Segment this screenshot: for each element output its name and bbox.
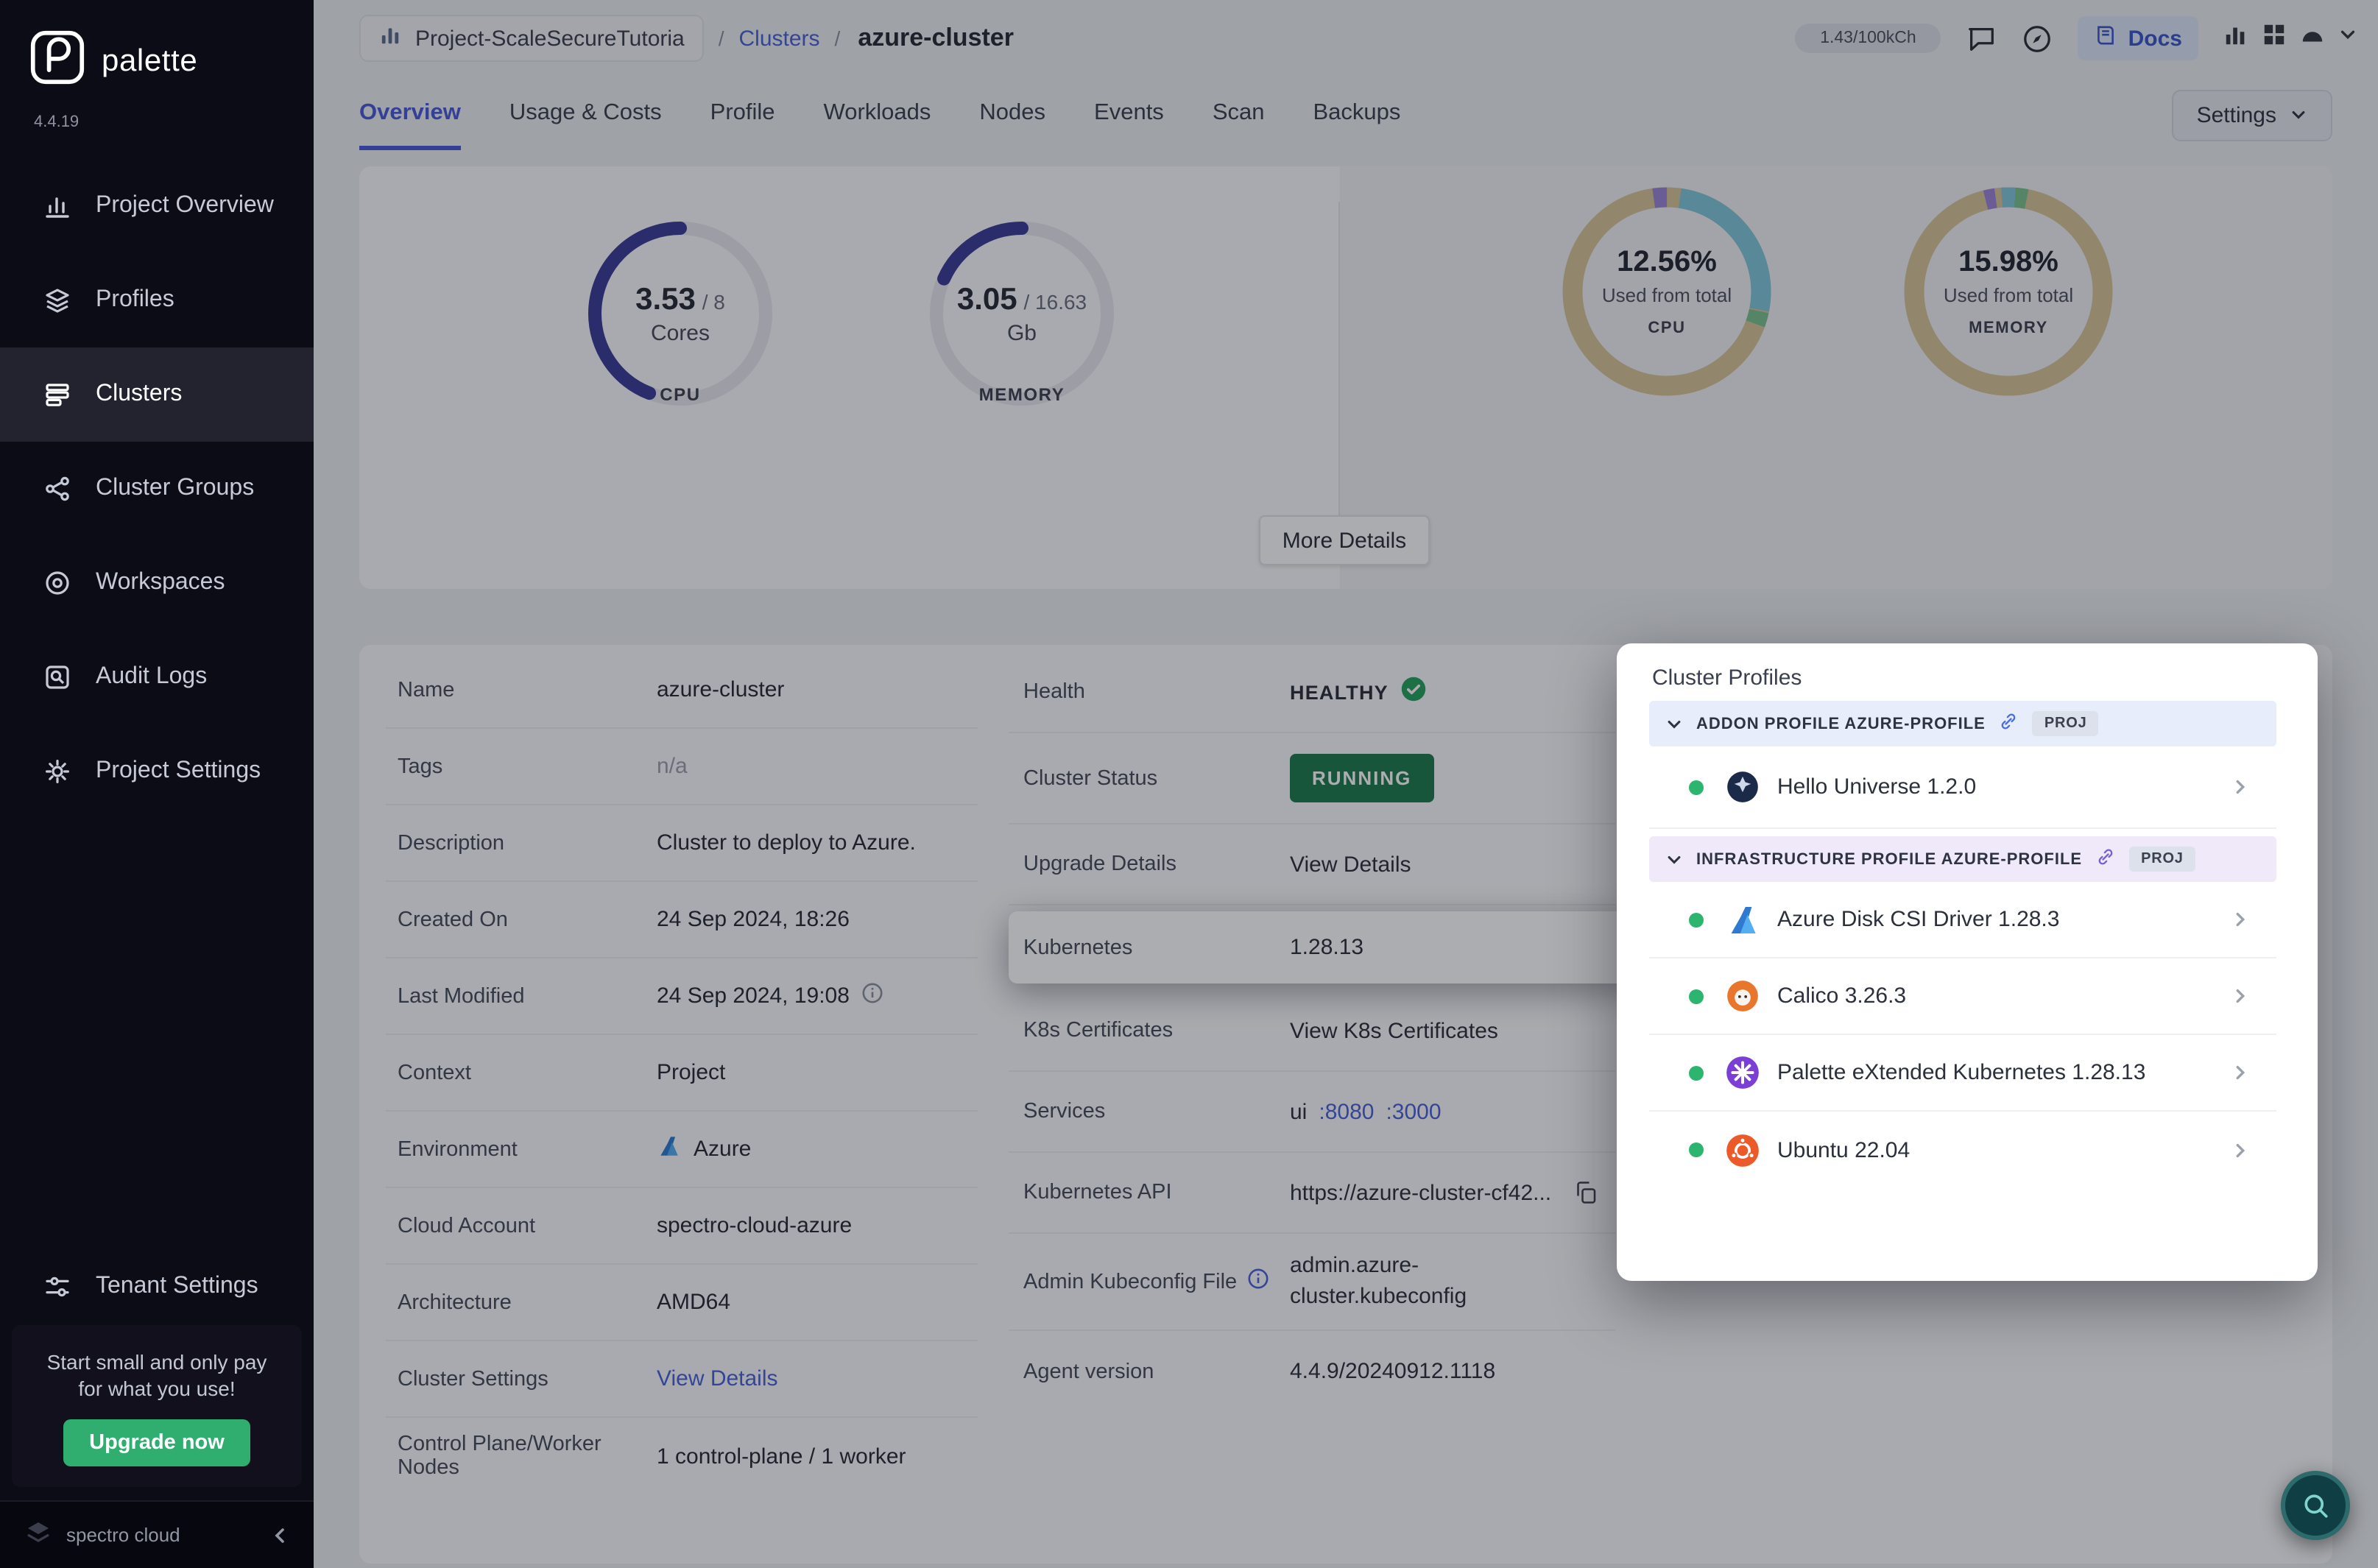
upgrade-promo: Start small and only pay for what you us… bbox=[12, 1325, 302, 1487]
chevron-right-icon bbox=[2231, 777, 2250, 797]
sidebar: palette 4.4.19 Project Overview Profiles… bbox=[0, 0, 314, 1568]
chevron-down-icon bbox=[1668, 855, 1681, 864]
sidebar-footer: spectro cloud bbox=[0, 1500, 314, 1568]
calico-icon bbox=[1723, 976, 1763, 1016]
upgrade-now-button[interactable]: Upgrade now bbox=[63, 1419, 251, 1466]
hello-universe-icon bbox=[1723, 767, 1763, 807]
status-dot-green bbox=[1689, 1143, 1704, 1157]
status-dot-green bbox=[1689, 912, 1704, 927]
chevron-down-icon bbox=[1668, 720, 1681, 728]
chevron-right-icon bbox=[2231, 1063, 2250, 1082]
sidebar-nav: Project Overview Profiles Clusters Clust… bbox=[0, 159, 314, 819]
ubuntu-icon bbox=[1723, 1130, 1763, 1170]
gear-icon bbox=[41, 755, 74, 788]
floating-search-button[interactable] bbox=[2281, 1471, 2350, 1540]
sidebar-item-cluster-groups[interactable]: Cluster Groups bbox=[0, 442, 314, 536]
sidebar-item-label: Workspaces bbox=[96, 570, 225, 595]
promo-text-line2: for what you use! bbox=[78, 1377, 236, 1401]
sidebar-item-audit-logs[interactable]: Audit Logs bbox=[0, 630, 314, 724]
sidebar-item-workspaces[interactable]: Workspaces bbox=[0, 536, 314, 630]
collapse-sidebar-chevron-icon[interactable] bbox=[269, 1525, 290, 1545]
link-icon[interactable] bbox=[1999, 711, 2019, 736]
sliders-icon bbox=[41, 1271, 74, 1303]
layers-icon bbox=[41, 284, 74, 317]
sidebar-item-label: Audit Logs bbox=[96, 664, 208, 689]
chevron-right-icon bbox=[2231, 910, 2250, 929]
sidebar-item-project-overview[interactable]: Project Overview bbox=[0, 159, 314, 253]
profile-layer-ubuntu[interactable]: Ubuntu 22.04 bbox=[1649, 1112, 2276, 1188]
cluster-profiles-body: ADDON PROFILE AZURE-PROFILE PROJ Hello U… bbox=[1649, 701, 2276, 1188]
promo-text-line1: Start small and only pay bbox=[46, 1350, 267, 1374]
status-dot-green bbox=[1689, 1065, 1704, 1080]
chevron-right-icon bbox=[2231, 986, 2250, 1006]
status-dot-green bbox=[1689, 780, 1704, 794]
profile-layer-palette-extended-kubernetes[interactable]: Palette eXtended Kubernetes 1.28.13 bbox=[1649, 1035, 2276, 1112]
infrastructure-profile-heading: INFRASTRUCTURE PROFILE AZURE-PROFILE bbox=[1696, 850, 2083, 868]
sidebar-item-label: Profiles bbox=[96, 287, 174, 312]
profile-layer-hello-universe[interactable]: Hello Universe 1.2.0 bbox=[1649, 746, 2276, 829]
share-nodes-icon bbox=[41, 473, 74, 505]
audit-search-icon bbox=[41, 661, 74, 693]
spectro-cloud-label: spectro cloud bbox=[66, 1524, 180, 1546]
addon-profile-section-header[interactable]: ADDON PROFILE AZURE-PROFILE PROJ bbox=[1649, 701, 2276, 746]
palette-logo: palette bbox=[29, 29, 197, 93]
sidebar-item-profiles[interactable]: Profiles bbox=[0, 253, 314, 347]
cluster-profiles-title: Cluster Profiles bbox=[1652, 665, 1802, 691]
profile-layer-calico[interactable]: Calico 3.26.3 bbox=[1649, 958, 2276, 1035]
azure-icon bbox=[1723, 900, 1763, 939]
search-icon bbox=[2304, 1494, 2327, 1517]
bar-chart-icon bbox=[41, 190, 74, 222]
palette-logo-icon bbox=[29, 29, 85, 93]
sidebar-item-label: Clusters bbox=[96, 381, 183, 406]
chevron-right-icon bbox=[2231, 1140, 2250, 1159]
proj-scope-badge: PROJ bbox=[2129, 847, 2195, 872]
link-icon[interactable] bbox=[2095, 847, 2116, 872]
spectro-cloud-logo-icon bbox=[24, 1518, 53, 1552]
main-content: Project-ScaleSecureTutoria / Clusters / … bbox=[314, 0, 2378, 1568]
clusters-icon bbox=[41, 378, 74, 411]
profile-layer-azure-csi[interactable]: Azure Disk CSI Driver 1.28.3 bbox=[1649, 882, 2276, 958]
target-icon bbox=[41, 567, 74, 599]
sidebar-item-label: Tenant Settings bbox=[96, 1274, 258, 1299]
sidebar-item-label: Cluster Groups bbox=[96, 476, 255, 501]
sidebar-item-tenant-settings[interactable]: Tenant Settings bbox=[0, 1244, 314, 1329]
kubernetes-pxk-icon bbox=[1723, 1053, 1763, 1092]
cluster-profiles-panel: Cluster Profiles ADDON PROFILE AZURE-PRO… bbox=[1617, 643, 2318, 1281]
infrastructure-profile-section-header[interactable]: INFRASTRUCTURE PROFILE AZURE-PROFILE PRO… bbox=[1649, 836, 2276, 882]
proj-scope-badge: PROJ bbox=[2032, 711, 2099, 736]
sidebar-item-label: Project Overview bbox=[96, 193, 274, 218]
status-dot-green bbox=[1689, 989, 1704, 1003]
sidebar-item-project-settings[interactable]: Project Settings bbox=[0, 724, 314, 819]
sidebar-item-clusters[interactable]: Clusters bbox=[0, 347, 314, 442]
sidebar-item-label: Project Settings bbox=[96, 758, 261, 783]
addon-profile-heading: ADDON PROFILE AZURE-PROFILE bbox=[1696, 715, 1986, 732]
app-version: 4.4.19 bbox=[34, 113, 80, 131]
brand-name: palette bbox=[102, 43, 198, 77]
app-window: palette 4.4.19 Project Overview Profiles… bbox=[0, 0, 2378, 1568]
